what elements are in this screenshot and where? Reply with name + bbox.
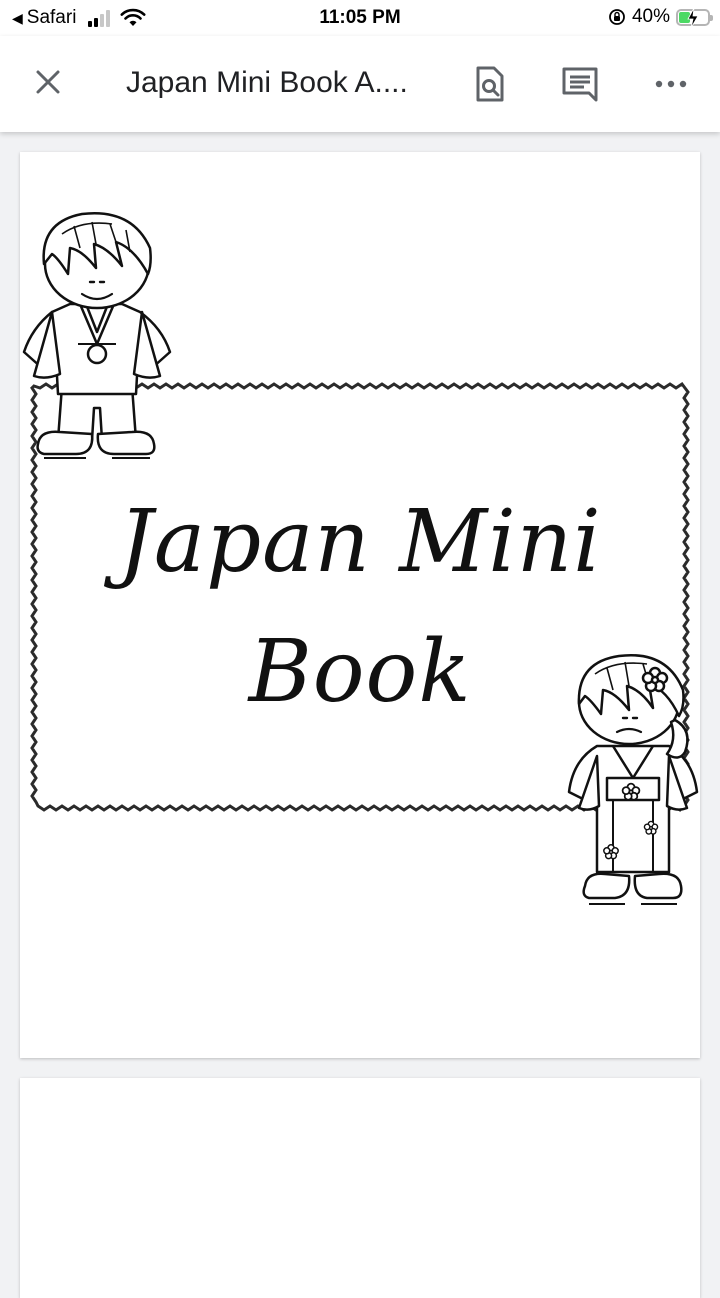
document-page-next: [20, 1078, 700, 1298]
battery-percent: 40%: [631, 6, 670, 27]
boy-in-kimono-illustration: [22, 212, 172, 459]
battery-icon: [676, 7, 713, 28]
orientation-lock-icon: [609, 9, 625, 25]
more-options-button[interactable]: [651, 64, 691, 104]
status-right: 40%: [608, 6, 713, 28]
book-title-line-1: Japan Mini: [118, 492, 602, 592]
app-toolbar: Japan Mini Book A....: [0, 36, 720, 132]
find-in-page-icon: [476, 66, 504, 102]
find-in-page-button[interactable]: [470, 64, 510, 104]
document-title: Japan Mini Book A....: [126, 66, 408, 99]
comments-button[interactable]: [560, 64, 600, 104]
comment-icon: [562, 67, 598, 102]
close-button[interactable]: [32, 66, 64, 98]
girl-in-kimono-illustration: [567, 654, 699, 905]
status-bar: ◀ Safari 11:05 PM 40%: [0, 0, 720, 36]
more-horizontal-icon: [655, 80, 687, 88]
document-page: Japan Mini Book: [20, 152, 700, 1058]
close-icon: [36, 70, 60, 94]
